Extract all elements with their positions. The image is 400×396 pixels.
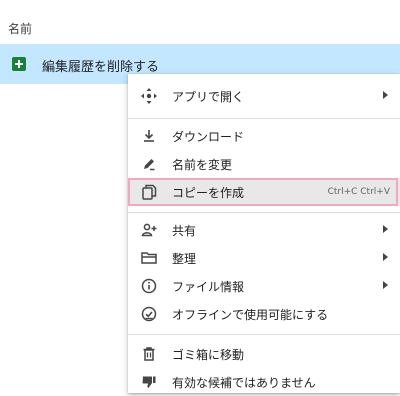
submenu-arrow-icon	[383, 253, 388, 261]
menu-item-label: ダウンロード	[172, 130, 245, 144]
menu-item-label: ファイル情報	[172, 280, 245, 294]
submenu-arrow-icon	[383, 91, 388, 99]
pencil-icon	[140, 155, 158, 173]
menu-item-label: アプリで開く	[172, 90, 245, 104]
menu-item-open-with[interactable]: アプリで開く	[128, 82, 400, 110]
menu-divider	[128, 118, 400, 119]
submenu-arrow-icon	[383, 281, 388, 289]
menu-item-label: 有効な候補ではありません	[172, 376, 316, 390]
menu-item-share[interactable]: 共有	[128, 216, 400, 244]
file-name: 編集履歴を削除する	[42, 60, 160, 75]
menu-item-label: オフラインで使用可能にする	[172, 308, 329, 322]
name-column-header[interactable]: 名前	[8, 20, 32, 37]
menu-item-organize[interactable]: 整理	[128, 244, 400, 272]
menu-item-file-info[interactable]: ファイル情報	[128, 272, 400, 300]
menu-item-trash[interactable]: ゴミ箱に移動	[128, 340, 400, 368]
menu-item-rename[interactable]: 名前を変更	[128, 150, 400, 178]
submenu-arrow-icon	[383, 225, 388, 233]
info-icon	[140, 277, 158, 295]
menu-item-label: ゴミ箱に移動	[172, 348, 245, 362]
menu-item-download[interactable]: ダウンロード	[128, 122, 400, 150]
sheets-icon	[12, 57, 26, 71]
share-person-icon	[140, 221, 158, 239]
folder-icon	[140, 249, 158, 267]
highlight-outline	[128, 178, 398, 206]
menu-item-offline[interactable]: オフラインで使用可能にする	[128, 300, 400, 328]
menu-item-label: 整理	[172, 252, 197, 266]
trash-icon	[140, 345, 158, 363]
menu-divider	[128, 334, 400, 335]
menu-item-label: 共有	[172, 224, 197, 238]
open-with-icon	[140, 87, 158, 105]
context-menu: アプリで開く ダウンロード 名前を変更 コピーを作成 Ctrl+C Ctrl+V…	[128, 74, 400, 393]
menu-item-report[interactable]: 有効な候補ではありません	[128, 368, 400, 396]
menu-divider	[128, 212, 400, 213]
menu-item-label: 名前を変更	[172, 158, 233, 172]
download-icon	[140, 127, 158, 145]
file-list-header: 名前	[0, 0, 400, 50]
thumb-down-icon	[140, 373, 158, 391]
offline-check-icon	[140, 305, 158, 323]
